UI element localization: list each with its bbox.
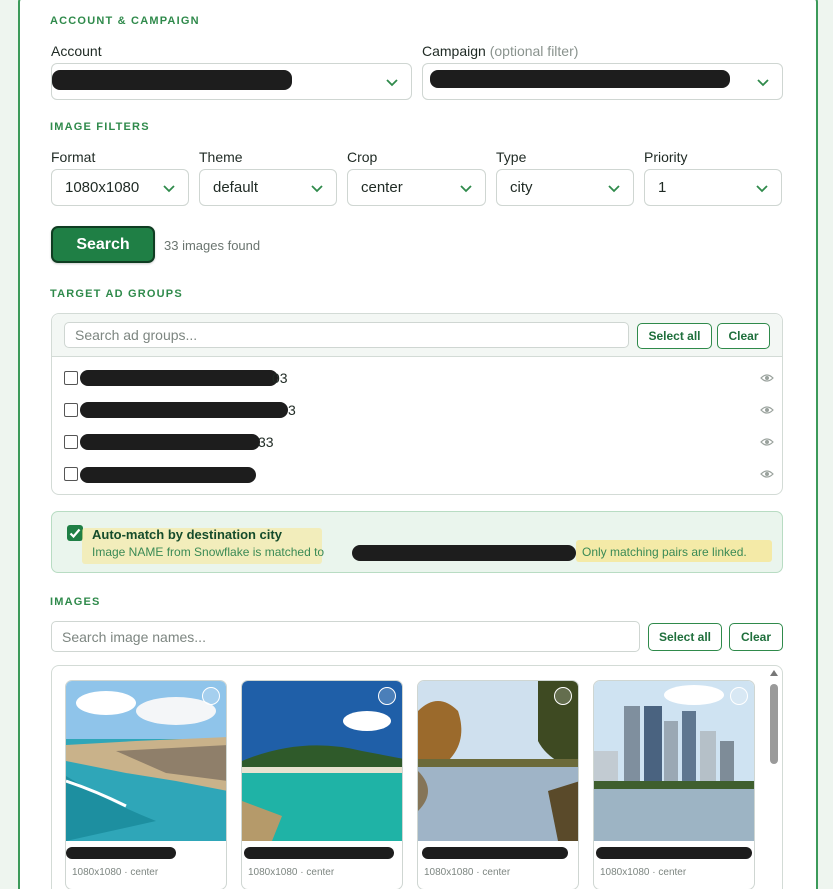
image-meta: 1080x1080 · center <box>424 867 511 878</box>
section-title-images: IMAGES <box>50 596 101 608</box>
ad-group-checkbox[interactable] <box>64 371 78 385</box>
theme-label: Theme <box>199 149 243 165</box>
image-meta: 1080x1080 · center <box>72 867 159 878</box>
select-radio[interactable] <box>378 687 396 705</box>
chevron-down-icon <box>460 185 472 193</box>
image-meta: 1080x1080 · center <box>248 867 335 878</box>
ad-groups-search-input[interactable]: Search ad groups... <box>64 322 629 348</box>
ad-group-row[interactable]: 03 <box>64 370 774 387</box>
image-thumbnail <box>242 681 402 841</box>
format-label: Format <box>51 149 96 165</box>
image-card[interactable]: 1080x1080 · center <box>417 680 579 889</box>
section-title-target-ad-groups: TARGET AD GROUPS <box>50 288 183 300</box>
results-count: 33 images found <box>164 238 261 253</box>
crop-value: center <box>361 179 403 196</box>
image-card[interactable]: 1080x1080 · center <box>241 680 403 889</box>
redacted-ad-group-name <box>80 402 288 418</box>
image-card[interactable]: 1080x1080 · center <box>65 680 227 889</box>
redacted-ad-group-name <box>80 370 278 386</box>
theme-select[interactable]: default <box>199 169 337 206</box>
priority-value: 1 <box>658 179 667 196</box>
format-value: 1080x1080 <box>65 179 140 196</box>
theme-value: default <box>213 179 259 196</box>
crop-label: Crop <box>347 149 378 165</box>
image-thumbnail <box>66 681 226 841</box>
images-select-all-button[interactable]: Select all <box>648 623 722 651</box>
image-gallery: 1080x1080 · center 1080x1080 · center 10… <box>51 665 783 889</box>
format-select[interactable]: 1080x1080 <box>51 169 189 206</box>
ad-group-row[interactable] <box>64 467 774 483</box>
ad-groups-clear-button[interactable]: Clear <box>717 323 770 349</box>
chevron-down-icon <box>311 185 323 193</box>
ad-group-name-suffix: 3 <box>288 402 296 418</box>
redacted-ad-group-name <box>80 434 260 450</box>
chevron-down-icon <box>386 79 398 87</box>
campaign-optional-hint: (optional filter) <box>489 43 579 59</box>
select-radio[interactable] <box>554 687 572 705</box>
ad-group-checkbox[interactable] <box>64 435 78 449</box>
select-radio[interactable] <box>730 687 748 705</box>
images-clear-button[interactable]: Clear <box>729 623 783 651</box>
type-value: city <box>510 179 533 196</box>
ad-group-checkbox[interactable] <box>64 403 78 417</box>
ad-group-checkbox[interactable] <box>64 467 78 481</box>
redacted-campaign <box>430 70 730 88</box>
type-label: Type <box>496 149 527 165</box>
section-title-account-campaign: ACCOUNT & CAMPAIGN <box>50 15 200 27</box>
ad-group-name-suffix: 03 <box>272 370 288 386</box>
redacted-account <box>52 70 292 90</box>
chevron-down-icon <box>608 185 620 193</box>
ad-group-row[interactable]: 33 <box>64 434 774 451</box>
gallery-scrollbar[interactable] <box>770 670 778 889</box>
redacted-image-name <box>244 847 394 859</box>
checkmark-icon <box>69 528 81 539</box>
chevron-down-icon <box>163 185 175 193</box>
redacted-ad-group-name <box>80 467 256 483</box>
auto-match-panel: Auto-match by destination city Image NAM… <box>51 511 783 573</box>
images-search-input[interactable]: Search image names... <box>51 621 640 652</box>
auto-match-title: Auto-match by destination city <box>92 527 282 542</box>
priority-label: Priority <box>644 149 688 165</box>
eye-icon[interactable] <box>760 405 774 415</box>
select-radio[interactable] <box>202 687 220 705</box>
search-button[interactable]: Search <box>51 226 155 263</box>
campaign-label: Campaign (optional filter) <box>422 43 578 59</box>
auto-match-checkbox[interactable] <box>67 525 83 541</box>
image-thumbnail <box>594 681 754 841</box>
eye-icon[interactable] <box>760 373 774 383</box>
eye-icon[interactable] <box>760 437 774 447</box>
image-card[interactable]: 1080x1080 · center <box>593 680 755 889</box>
redacted-image-name <box>422 847 568 859</box>
auto-match-desc-start: Image NAME from Snowflake is matched to <box>92 545 325 559</box>
image-thumbnail <box>418 681 578 841</box>
ad-groups-select-all-button[interactable]: Select all <box>637 323 712 349</box>
account-label: Account <box>51 43 102 59</box>
crop-select[interactable]: center <box>347 169 486 206</box>
priority-select[interactable]: 1 <box>644 169 782 206</box>
image-meta: 1080x1080 · center <box>600 867 687 878</box>
type-select[interactable]: city <box>496 169 634 206</box>
ad-group-name-suffix: 33 <box>258 434 274 450</box>
section-title-image-filters: IMAGE FILTERS <box>50 121 150 133</box>
auto-match-desc-end: Only matching pairs are linked. <box>582 545 747 559</box>
eye-icon[interactable] <box>760 469 774 479</box>
redacted-image-name <box>596 847 752 859</box>
redacted-image-name <box>66 847 176 859</box>
chevron-down-icon <box>757 79 769 87</box>
redacted-desc <box>352 545 576 561</box>
chevron-down-icon <box>756 185 768 193</box>
ad-group-row[interactable]: 3 <box>64 402 774 419</box>
campaign-label-text: Campaign <box>422 43 486 59</box>
